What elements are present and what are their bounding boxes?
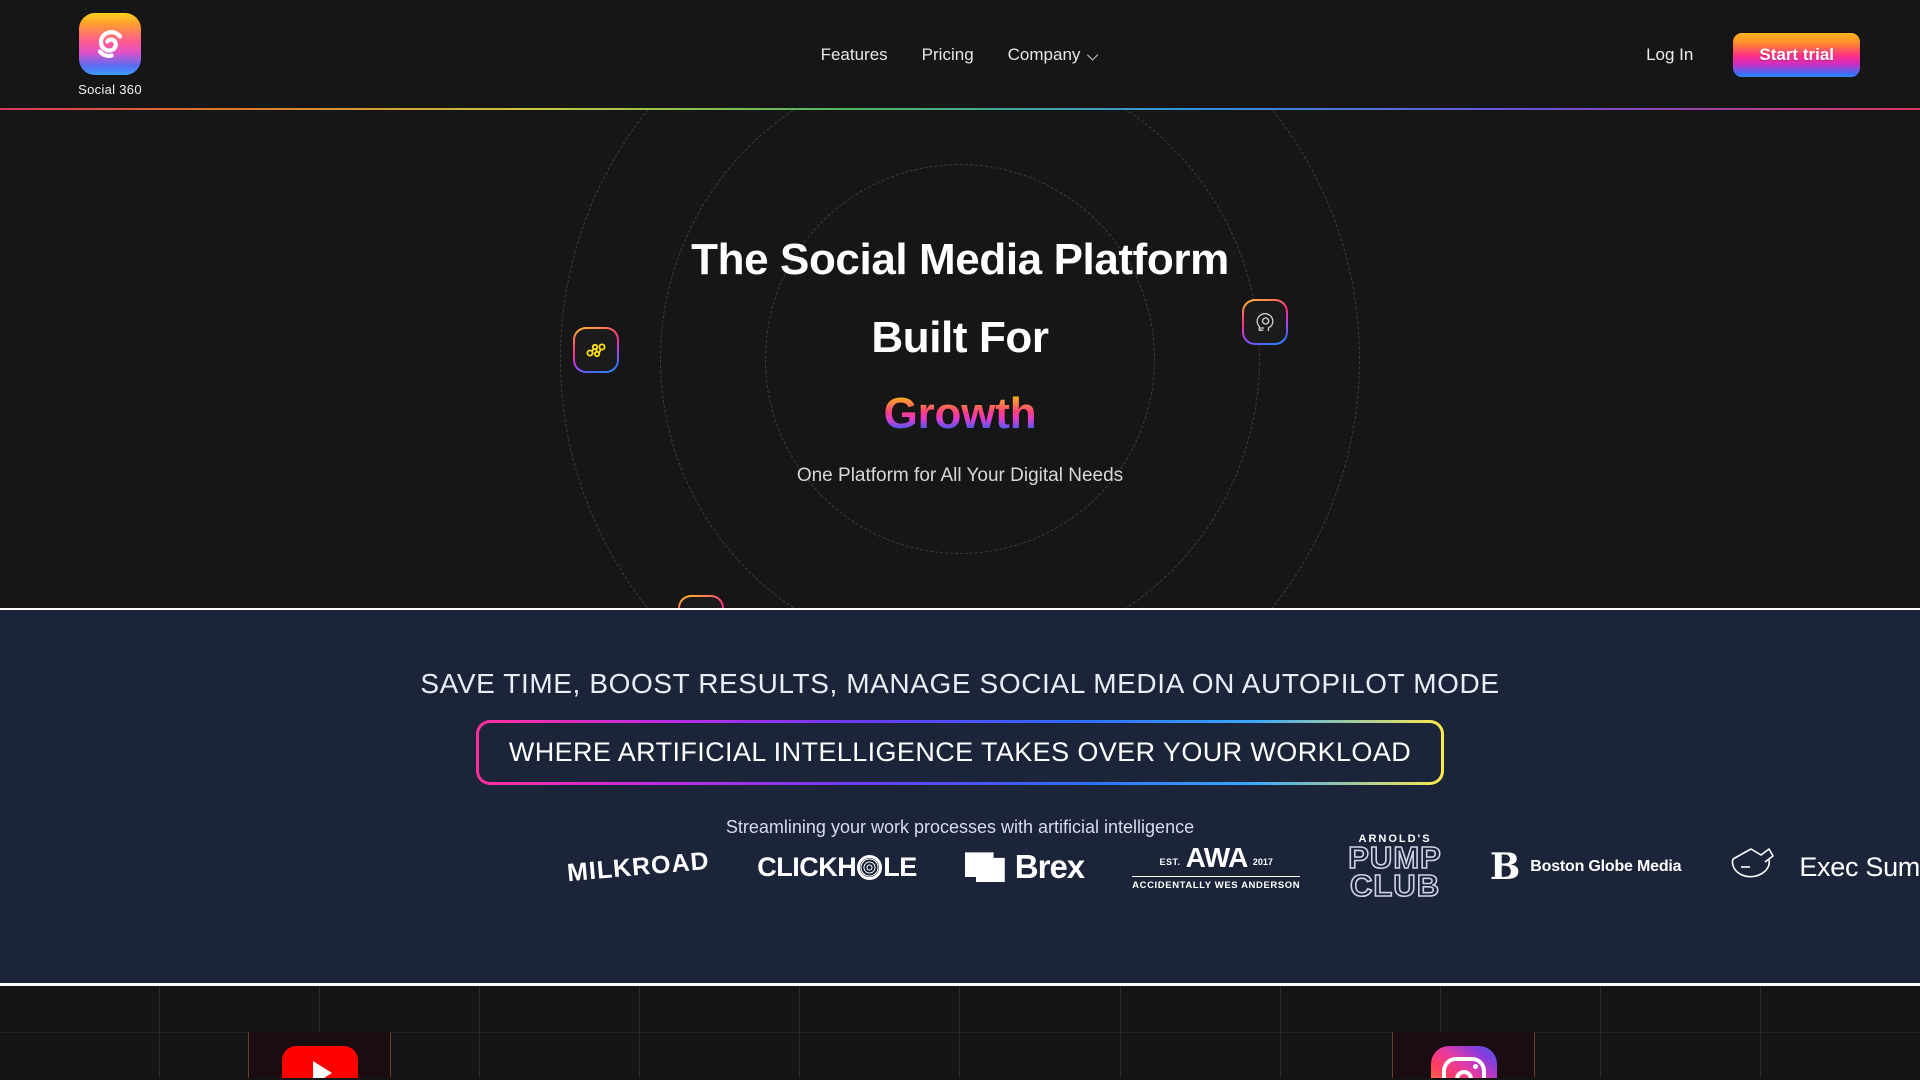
logo-clickhole: CLICKH LE (757, 852, 917, 883)
bull-icon (1732, 848, 1775, 878)
floating-badge-cpu (678, 595, 724, 608)
landing-page: Social 360 Features Pricing Company Log … (0, 0, 1920, 1080)
band-pill-gradient-frame: WHERE ARTIFICIAL INTELLIGENCE TAKES OVER… (475, 720, 1445, 785)
social-card-youtube[interactable] (248, 1032, 391, 1078)
boston-globe-b-mark: B (1489, 846, 1521, 889)
clickhole-spiral-o-icon (857, 854, 883, 880)
boston-globe-wordmark: Boston Globe Media (1530, 858, 1682, 876)
nav-label: Company (1007, 45, 1081, 64)
awa-est: EST. (1159, 857, 1181, 868)
hero-content: The Social Media Platform Built For Grow… (691, 231, 1229, 487)
hero-headline-line1: The Social Media Platform (691, 234, 1229, 284)
brex-wordmark: Brex (1014, 848, 1085, 886)
band-pill-text: WHERE ARTIFICIAL INTELLIGENCE TAKES OVER… (478, 723, 1442, 782)
logo-boston-globe-media: B Boston Globe Media (1490, 849, 1682, 885)
awa-divider (1132, 876, 1301, 878)
youtube-icon (281, 1046, 358, 1078)
instagram-lens (1454, 1070, 1473, 1078)
brand-logo[interactable]: Social 360 (40, 13, 180, 97)
instagram-dot (1472, 1064, 1478, 1069)
nav-label: Features (820, 45, 888, 64)
header-gradient-divider (0, 108, 1920, 110)
floating-badge-ai (1242, 299, 1288, 345)
band-headline: SAVE TIME, BOOST RESULTS, MANAGE SOCIAL … (420, 668, 1500, 699)
social-platform-grid (0, 983, 1920, 1078)
site-header: Social 360 Features Pricing Company Log … (0, 0, 1920, 110)
spiral-s-logo-icon (79, 13, 141, 75)
awa-tagline: ACCIDENTALLY WES ANDERSON (1132, 880, 1301, 892)
logo-milkroad: MILKROAD (565, 846, 711, 888)
awa-year: 2017 (1252, 857, 1273, 868)
nav-link-company[interactable]: Company (1008, 45, 1100, 65)
play-triangle-icon (312, 1061, 332, 1078)
ai-head-gear-icon (1256, 313, 1274, 331)
logo-awa: EST. AWA 2017 ACCIDENTALLY WES ANDERSON (1132, 842, 1301, 892)
hero-headline-highlight: Growth (883, 389, 1037, 439)
nav-label: Pricing (921, 45, 974, 64)
instagram-frame (1441, 1057, 1486, 1078)
social-card-instagram[interactable] (1392, 1032, 1535, 1078)
floating-badge-share (573, 327, 619, 373)
value-prop-band: SAVE TIME, BOOST RESULTS, MANAGE SOCIAL … (0, 608, 1920, 983)
nav-link-features[interactable]: Features (821, 45, 888, 65)
login-link[interactable]: Log In (1646, 45, 1693, 65)
cpu-chip-icon (689, 606, 713, 608)
clickhole-part-a: CLICKH (757, 851, 857, 882)
hero-headline-line2: Built For (871, 313, 1049, 362)
logo-brex: Brex (964, 848, 1085, 886)
hero-section: The Social Media Platform Built For Grow… (0, 110, 1920, 608)
awa-wordmark: AWA (1185, 842, 1249, 874)
exec-sum-wordmark: Exec Sum (1799, 851, 1920, 882)
main-nav: Features Pricing Company (821, 45, 1100, 65)
hero-subtitle: One Platform for All Your Digital Needs (796, 465, 1124, 487)
client-logo-strip: MILKROAD CLICKH LE Brex EST. AWA 2017 AC… (0, 833, 1920, 904)
clickhole-part-b: LE (883, 851, 917, 882)
pump-line3: CLUB (1349, 868, 1441, 904)
brex-mark-icon (964, 852, 1005, 883)
nav-link-pricing[interactable]: Pricing (922, 45, 974, 65)
instagram-icon (1430, 1046, 1497, 1078)
brand-name: Social 360 (78, 82, 142, 97)
share-network-icon (586, 343, 606, 358)
logo-arnolds-pump-club: ARNOLD'S PUMP CLUB (1347, 833, 1442, 904)
header-actions: Log In Start trial (1646, 33, 1880, 77)
start-trial-button[interactable]: Start trial (1733, 33, 1860, 77)
logo-exec-sum: Exec Sum (1729, 847, 1920, 887)
chevron-down-icon (1088, 50, 1099, 61)
